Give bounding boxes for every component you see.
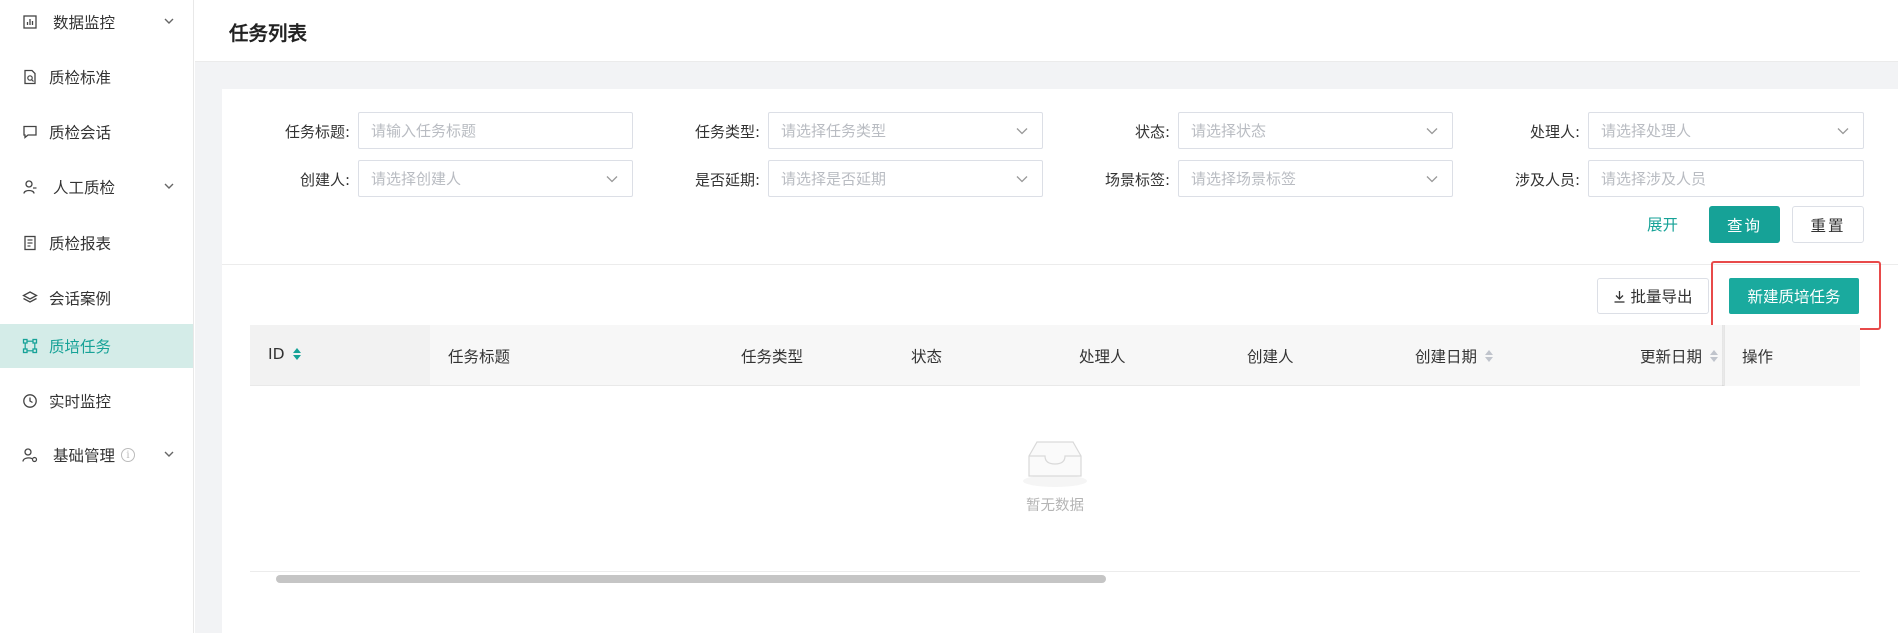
status-placeholder: 请选择状态 (1191, 122, 1267, 140)
column-header-status: 状态 (911, 348, 943, 366)
sidebar-item-label: 会话案例 (49, 290, 112, 308)
task-type-select[interactable]: 请选择任务类型 (768, 112, 1043, 149)
chevron-down-icon (164, 451, 174, 457)
column-header-updated-date[interactable]: 更新日期 (1640, 345, 1719, 367)
creator-placeholder: 请选择创建人 (371, 170, 462, 188)
sort-icon[interactable] (292, 348, 301, 360)
chevron-down-icon (1016, 128, 1028, 135)
creator-label: 创建人: (299, 171, 350, 189)
column-header-id-label: ID (268, 345, 285, 363)
task-title-label: 任务标题: (284, 123, 350, 141)
sidebar-item-label: 质检会话 (49, 124, 112, 142)
handler-label: 处理人: (1529, 123, 1580, 141)
sidebar-item-basic-management[interactable]: 基础管理 i (0, 433, 193, 477)
creator-select[interactable]: 请选择创建人 (358, 160, 633, 197)
page-header: 任务列表 (195, 0, 1898, 62)
batch-export-button[interactable]: 批量导出 (1597, 278, 1709, 314)
sidebar-item-qc-report[interactable]: 质检报表 (0, 221, 193, 265)
chevron-down-icon (1837, 128, 1849, 135)
task-type-placeholder: 请选择任务类型 (781, 122, 887, 140)
involved-select[interactable]: 请选择涉及人员 (1588, 160, 1864, 197)
chevron-down-icon (606, 176, 618, 183)
empty-state: 暂无数据 (1000, 436, 1110, 515)
column-header-created-date-label: 创建日期 (1415, 348, 1478, 366)
user-icon (20, 177, 40, 197)
column-header-type: 任务类型 (741, 348, 804, 366)
sidebar-item-label: 基础管理 (53, 447, 116, 465)
document-search-icon (20, 67, 40, 87)
sidebar-item-qc-session[interactable]: 质检会话 (0, 110, 193, 154)
empty-text: 暂无数据 (1026, 498, 1084, 514)
nodes-icon (20, 336, 40, 356)
table-bottom-border (250, 571, 1860, 572)
sidebar-item-manual-qc[interactable]: 人工质检 (0, 165, 193, 209)
is-delayed-placeholder: 请选择是否延期 (781, 170, 887, 188)
sidebar-item-label: 人工质检 (53, 179, 116, 197)
batch-export-label: 批量导出 (1630, 288, 1693, 306)
status-select[interactable]: 请选择状态 (1178, 112, 1453, 149)
column-header-actions: 操作 (1742, 348, 1774, 366)
chart-bar-icon (20, 12, 40, 32)
sidebar-item-training-tasks[interactable]: 质培任务 (0, 324, 193, 368)
sidebar-item-session-cases[interactable]: 会话案例 (0, 276, 193, 320)
chat-bubble-icon (20, 122, 40, 142)
column-header-handler: 处理人 (1079, 348, 1126, 366)
sidebar: 数据监控 质检标准 质检会话 人工质检 质检报表 会话案例 质培任务 实时监控 … (0, 0, 194, 633)
page-title: 任务列表 (229, 22, 308, 45)
sort-icon[interactable] (1485, 350, 1494, 362)
horizontal-scrollbar[interactable] (276, 575, 1106, 583)
filter-divider (222, 264, 1898, 265)
sidebar-item-label: 质培任务 (49, 338, 112, 356)
is-delayed-label: 是否延期: (694, 171, 760, 189)
scene-tag-label: 场景标签: (1104, 171, 1170, 189)
chevron-down-icon (164, 183, 174, 189)
sort-icon[interactable] (1710, 350, 1719, 362)
sidebar-item-qc-standard[interactable]: 质检标准 (0, 55, 193, 99)
sidebar-item-label: 数据监控 (53, 14, 116, 32)
info-icon[interactable]: i (121, 448, 136, 462)
sidebar-item-data-monitor[interactable]: 数据监控 (0, 0, 193, 44)
status-label: 状态: (1134, 123, 1170, 141)
scene-tag-placeholder: 请选择场景标签 (1191, 170, 1297, 188)
sidebar-item-realtime-monitor[interactable]: 实时监控 (0, 379, 193, 423)
chevron-down-icon (1016, 176, 1028, 183)
clock-icon (20, 391, 40, 411)
task-type-label: 任务类型: (694, 123, 760, 141)
chevron-down-icon (1426, 128, 1438, 135)
layers-icon (20, 288, 40, 308)
download-icon (1614, 290, 1625, 303)
user-gear-icon (20, 445, 40, 465)
column-header-creator: 创建人 (1247, 348, 1294, 366)
reset-button[interactable]: 重置 (1792, 206, 1864, 243)
expand-link[interactable]: 展开 (1647, 213, 1678, 235)
chevron-down-icon (1426, 176, 1438, 183)
column-header-created-date[interactable]: 创建日期 (1415, 345, 1494, 367)
sidebar-item-label: 质检报表 (49, 235, 112, 253)
query-button[interactable]: 查询 (1709, 206, 1780, 243)
column-header-title: 任务标题 (448, 348, 511, 366)
highlight-box (1711, 261, 1881, 330)
scene-tag-select[interactable]: 请选择场景标签 (1178, 160, 1453, 197)
handler-placeholder: 请选择处理人 (1601, 122, 1692, 140)
is-delayed-select[interactable]: 请选择是否延期 (768, 160, 1043, 197)
task-title-input[interactable]: 请输入任务标题 (358, 112, 633, 149)
column-header-updated-date-label: 更新日期 (1640, 348, 1703, 366)
table-header: ID 任务标题 任务类型 状态 处理人 创建人 创建日期 更新日期 (250, 325, 1860, 386)
task-title-placeholder: 请输入任务标题 (371, 122, 477, 140)
fixed-actions-column: 操作 (1724, 325, 1860, 386)
column-header-id[interactable]: ID (268, 345, 301, 363)
sidebar-item-label: 质检标准 (49, 69, 112, 87)
involved-label: 涉及人员: (1514, 171, 1580, 189)
handler-select[interactable]: 请选择处理人 (1588, 112, 1864, 149)
chevron-down-icon (164, 18, 174, 24)
report-icon (20, 233, 40, 253)
sidebar-item-label: 实时监控 (49, 393, 112, 411)
involved-placeholder: 请选择涉及人员 (1601, 170, 1707, 188)
empty-inbox-icon (1023, 441, 1087, 487)
